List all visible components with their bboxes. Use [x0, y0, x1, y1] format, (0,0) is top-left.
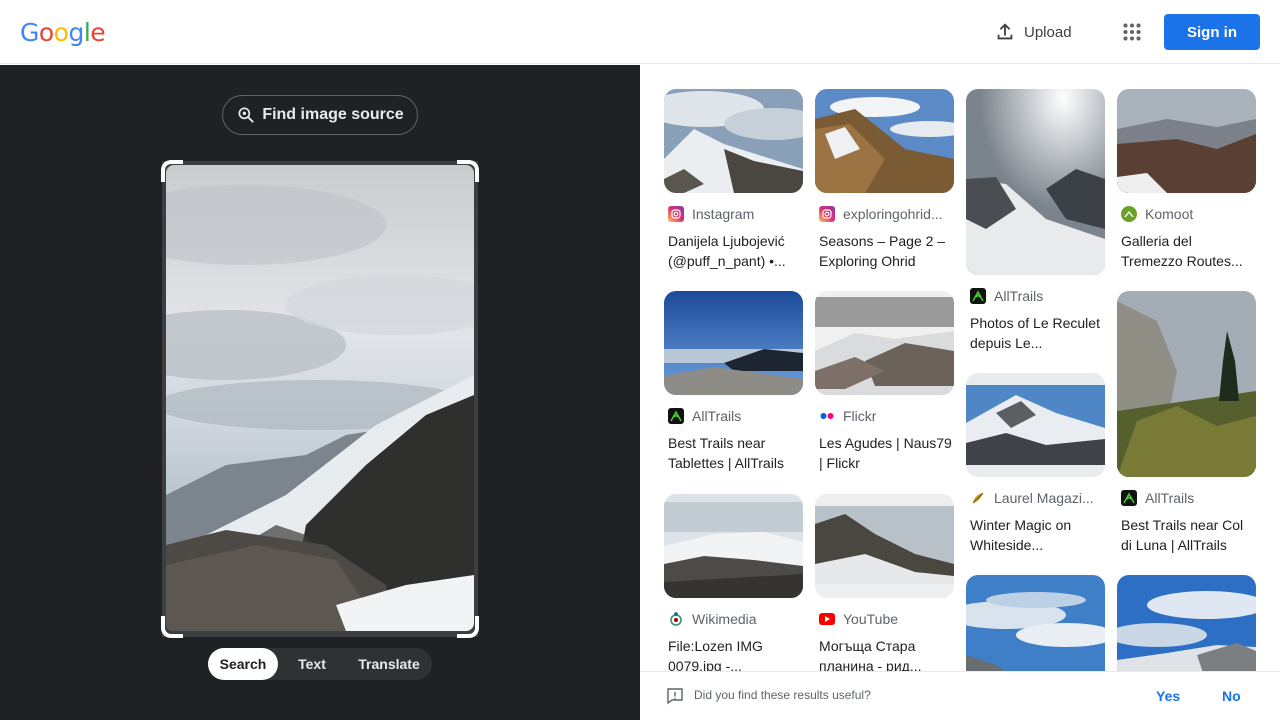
result-title[interactable]: Galleria del Tremezzo Routes... — [1117, 231, 1256, 271]
result-thumbnail — [1117, 89, 1256, 193]
result-source-name: AllTrails — [692, 408, 742, 424]
apps-button[interactable] — [1116, 16, 1148, 48]
result-thumbnail — [1117, 575, 1256, 671]
result-thumbnail — [1117, 291, 1256, 477]
result-source-name: exploringohrid... — [843, 206, 943, 222]
result-thumbnail — [664, 494, 803, 598]
result-source-name: AllTrails — [1145, 490, 1195, 506]
tab-text[interactable]: Text — [278, 648, 346, 680]
instagram-icon — [819, 206, 835, 222]
youtube-icon — [819, 611, 835, 627]
crop-corner-handle[interactable] — [161, 616, 183, 638]
komoot-icon — [1121, 206, 1137, 222]
upload-button[interactable]: Upload — [984, 14, 1082, 50]
logo-letter: G — [20, 18, 39, 47]
result-source-name: Komoot — [1145, 206, 1194, 222]
result-title[interactable]: Photos of Le Reculet depuis Le... — [966, 313, 1105, 353]
crop-corner-handle[interactable] — [161, 160, 183, 182]
alltrails-icon — [1121, 490, 1137, 506]
result-card[interactable]: Instagram Danijela Ljubojević (@puff_n_p… — [664, 89, 803, 271]
feedback-question: Did you find these results useful? — [694, 688, 871, 702]
result-thumbnail — [664, 291, 803, 395]
result-source-name: YouTube — [843, 611, 899, 627]
result-card[interactable]: exploringohrid... Seasons – Page 2 – Exp… — [815, 89, 954, 271]
tab-translate[interactable]: Translate — [346, 648, 432, 680]
result-source: AllTrails — [966, 288, 1105, 304]
result-source-name: Instagram — [692, 206, 755, 222]
apps-grid-icon — [1123, 23, 1141, 41]
result-source: Flickr — [815, 408, 954, 424]
result-title[interactable]: Могъща Стара планина - рид... — [815, 636, 954, 671]
result-card[interactable]: AllTrails Best Trails near Col di Luna |… — [1117, 291, 1256, 555]
result-title[interactable]: Winter Magic on Whiteside... — [966, 515, 1105, 555]
laurel-magazine-icon — [970, 490, 986, 506]
lens-search-icon — [238, 107, 254, 123]
tab-search[interactable]: Search — [208, 648, 278, 680]
result-card[interactable]: AllTrails Best Trails near Tablettes | A… — [664, 291, 803, 473]
feedback-no-button[interactable]: No — [1222, 688, 1241, 704]
result-title[interactable]: Best Trails near Tablettes | AllTrails — [664, 433, 803, 473]
result-title[interactable]: File:Lozen IMG 0079.jpg -... — [664, 636, 803, 671]
result-thumbnail — [815, 494, 954, 598]
result-card[interactable]: AllTrails Photos of Le Reculet depuis Le… — [966, 89, 1105, 353]
alltrails-icon — [668, 408, 684, 424]
crop-corner-handle[interactable] — [457, 616, 479, 638]
result-title[interactable]: Seasons – Page 2 – Exploring Ohrid — [815, 231, 954, 271]
logo-letter: o — [38, 18, 54, 47]
result-card[interactable] — [1117, 575, 1256, 671]
result-thumbnail — [815, 89, 954, 193]
instagram-icon — [668, 206, 684, 222]
google-logo[interactable]: Google — [20, 18, 106, 47]
result-source: Instagram — [664, 206, 803, 222]
result-card[interactable]: Wikimedia File:Lozen IMG 0079.jpg -... — [664, 494, 803, 671]
result-title[interactable]: Les Agudes | Naus79 | Flickr — [815, 433, 954, 473]
feedback-yes-button[interactable]: Yes — [1156, 688, 1180, 704]
upload-icon — [997, 23, 1013, 40]
result-card[interactable]: YouTube Могъща Стара планина - рид... — [815, 494, 954, 671]
crop-corner-handle[interactable] — [457, 160, 479, 182]
result-thumbnail — [815, 291, 954, 395]
result-source: AllTrails — [1117, 490, 1256, 506]
mode-tabs: Search Text Translate — [208, 648, 432, 680]
query-image-panel: Find image source Search Text Translate — [0, 65, 640, 720]
logo-letter: o — [53, 18, 69, 47]
find-image-source-button[interactable]: Find image source — [222, 95, 418, 135]
header: Google Upload Sign in — [0, 0, 1280, 64]
wikimedia-icon — [668, 611, 684, 627]
result-source-name: Flickr — [843, 408, 877, 424]
result-source-name: AllTrails — [994, 288, 1044, 304]
result-title[interactable]: Danijela Ljubojević (@puff_n_pant) •... — [664, 231, 803, 271]
result-source: Komoot — [1117, 206, 1256, 222]
feedback-bar: Did you find these results useful? Yes N… — [640, 671, 1280, 720]
result-source: AllTrails — [664, 408, 803, 424]
result-thumbnail — [966, 575, 1105, 671]
result-card[interactable]: Flickr Les Agudes | Naus79 | Flickr — [815, 291, 954, 473]
result-card[interactable]: Komoot Galleria del Tremezzo Routes... — [1117, 89, 1256, 271]
result-card[interactable]: Laurel Magazi... Winter Magic on Whitesi… — [966, 373, 1105, 555]
logo-letter: g — [68, 18, 84, 47]
result-thumbnail — [966, 89, 1105, 275]
result-source: Wikimedia — [664, 611, 803, 627]
visual-matches-panel: Instagram Danijela Ljubojević (@puff_n_p… — [640, 65, 1280, 671]
result-thumbnail — [664, 89, 803, 193]
result-source: exploringohrid... — [815, 206, 954, 222]
result-thumbnail — [966, 373, 1105, 477]
logo-letter: e — [90, 18, 106, 47]
flickr-icon — [819, 408, 835, 424]
result-source-name: Wikimedia — [692, 611, 757, 627]
result-title[interactable]: Best Trails near Col di Luna | AllTrails — [1117, 515, 1256, 555]
find-image-source-label: Find image source — [262, 106, 404, 123]
crop-selection[interactable] — [161, 160, 479, 638]
result-card[interactable] — [966, 575, 1105, 671]
result-source: YouTube — [815, 611, 954, 627]
feedback-icon — [667, 688, 683, 705]
upload-label: Upload — [1024, 23, 1072, 41]
alltrails-icon — [970, 288, 986, 304]
result-source: Laurel Magazi... — [966, 490, 1105, 506]
query-image — [166, 165, 474, 631]
sign-in-button[interactable]: Sign in — [1164, 14, 1260, 50]
result-source-name: Laurel Magazi... — [994, 490, 1094, 506]
